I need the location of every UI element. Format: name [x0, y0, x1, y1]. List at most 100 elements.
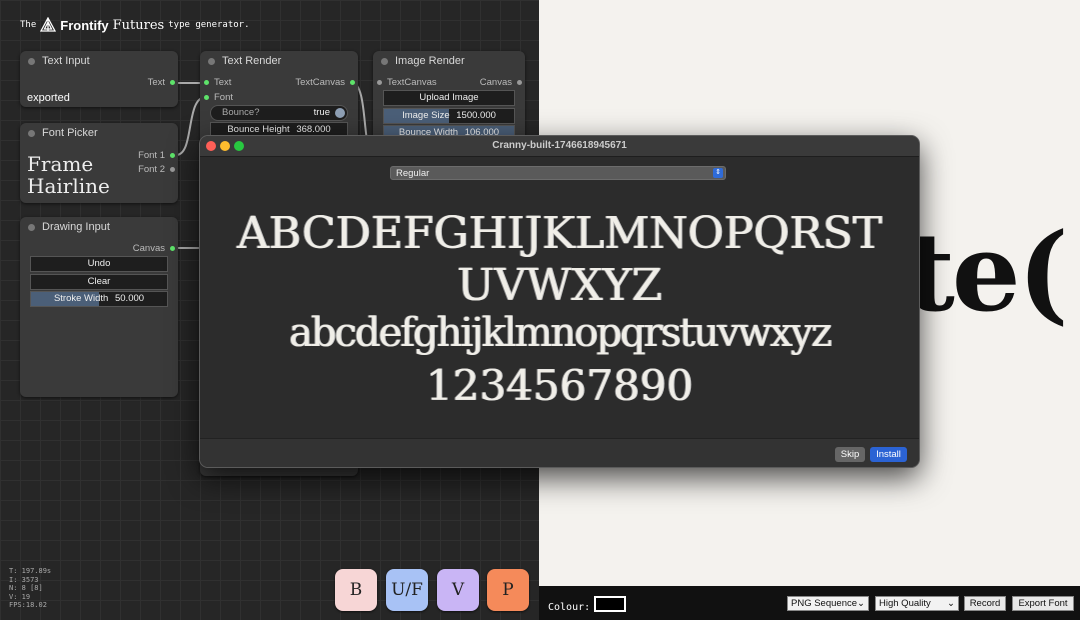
brand-logo-name: Frontify	[60, 17, 109, 33]
stroke-width-value: 50.000	[114, 293, 145, 304]
stats-readout: T: 197.89s I: 3573 N: 8 [8] V: 19 FPS:18…	[9, 567, 51, 610]
text-input-field[interactable]: exported	[27, 92, 70, 104]
font-install-dialog[interactable]: Cranny-built-1746618945671 Regular ⇕ ABC…	[199, 135, 920, 468]
brand-header: The Frontify Futures type generator.	[20, 17, 250, 33]
port-dot[interactable]	[204, 95, 209, 100]
image-size-label: Image Size	[402, 110, 450, 121]
skip-button[interactable]: Skip	[835, 447, 865, 462]
port-label: Font	[214, 92, 234, 103]
font-preview[interactable]: Frame Hairline	[27, 153, 110, 197]
stat-line: V: 19	[9, 592, 31, 601]
colour-label: Colour:	[548, 602, 591, 613]
port-dot[interactable]	[170, 167, 175, 172]
export-toolbar: Colour: PNG Sequence ⌄ High Quality ⌄ Reco…	[539, 586, 1080, 620]
bounce-toggle[interactable]: Bounce? true	[210, 105, 348, 121]
preview-text: te(	[905, 210, 1069, 336]
node-title: Font Picker	[42, 127, 98, 139]
brand-suffix: type generator.	[168, 20, 250, 30]
close-icon[interactable]	[206, 141, 216, 151]
chevron-down-icon: ⌄	[857, 598, 865, 609]
upload-image-button[interactable]: Upload Image	[383, 90, 515, 106]
node-status-dot	[381, 57, 388, 65]
port-label: TextCanvas	[387, 77, 437, 88]
node-title: Image Render	[395, 55, 465, 67]
quality-value: High Quality	[879, 598, 931, 609]
specimen-uppercase-2: UVWXYZ	[456, 260, 663, 311]
frontify-logo-icon	[40, 17, 57, 32]
port-label: Text	[147, 77, 165, 88]
colour-swatch[interactable]	[594, 596, 626, 612]
pill-button-p[interactable]: P	[487, 569, 529, 611]
bounce-height-value: 368.000	[296, 124, 331, 135]
pill-button-b[interactable]: B	[335, 569, 377, 611]
dialog-title: Cranny-built-1746618945671	[492, 140, 627, 151]
chevron-down-icon: ⌄	[947, 598, 955, 609]
node-title: Drawing Input	[42, 221, 110, 233]
pill-button-uf[interactable]: U/F	[386, 569, 428, 611]
port-label: Font 1	[138, 150, 165, 161]
brand-futures: Futures	[112, 17, 165, 33]
port-font1-out[interactable]: Font 1	[138, 150, 175, 161]
minimize-icon[interactable]	[220, 141, 230, 151]
quality-select[interactable]: High Quality ⌄	[875, 596, 959, 611]
image-size-value: 1500.000	[456, 110, 496, 121]
font-style-select[interactable]: Regular ⇕	[390, 166, 726, 180]
stat-line: I: 3573	[9, 575, 39, 584]
node-status-dot	[208, 57, 215, 65]
brand-prefix: The	[20, 20, 37, 30]
node-status-dot	[28, 223, 35, 231]
port-dot[interactable]	[170, 153, 175, 158]
stroke-width-label: Stroke Width	[53, 293, 109, 304]
port-font-in[interactable]: Font	[204, 92, 233, 103]
node-header[interactable]: Image Render	[373, 51, 525, 71]
port-label: Canvas	[479, 77, 512, 88]
dialog-titlebar[interactable]: Cranny-built-1746618945671	[200, 136, 919, 157]
port-label: TextCanvas	[295, 77, 345, 88]
format-select[interactable]: PNG Sequence ⌄	[787, 596, 869, 611]
node-drawing-input[interactable]: Drawing Input Canvas Undo Clear Stroke W…	[20, 217, 178, 397]
port-text-in[interactable]: Text	[204, 77, 231, 88]
toggle-knob	[335, 108, 345, 118]
undo-button[interactable]: Undo	[30, 256, 168, 272]
stat-line: FPS:18.02	[9, 601, 47, 609]
port-text-out[interactable]: Text	[148, 77, 175, 88]
clear-button[interactable]: Clear	[30, 274, 168, 290]
record-button[interactable]: Record	[964, 596, 1006, 611]
node-font-picker[interactable]: Font Picker Frame Hairline Font 1 Font 2	[20, 123, 178, 203]
maximize-icon[interactable]	[234, 141, 244, 151]
port-canvas-out[interactable]: Canvas	[133, 243, 175, 254]
port-dot[interactable]	[204, 80, 209, 85]
node-title: Text Input	[42, 55, 90, 67]
node-status-dot	[28, 129, 35, 137]
font-style-value: Regular	[396, 168, 430, 179]
node-header[interactable]: Text Input	[20, 51, 178, 71]
port-dot[interactable]	[377, 80, 382, 85]
specimen-digits: 1234567890	[425, 361, 694, 410]
stroke-width-slider[interactable]: Stroke Width 50.000	[30, 291, 168, 307]
chevron-updown-icon: ⇕	[713, 168, 723, 178]
bounce-value: true	[313, 107, 330, 118]
port-textcanvas-out[interactable]: TextCanvas	[295, 77, 355, 88]
port-font2-out[interactable]: Font 2	[138, 164, 175, 175]
port-dot[interactable]	[350, 80, 355, 85]
node-text-input[interactable]: Text Input Text exported	[20, 51, 178, 107]
port-label: Font 2	[138, 164, 165, 175]
port-textcanvas-in[interactable]: TextCanvas	[377, 77, 437, 88]
export-font-button[interactable]: Export Font	[1012, 596, 1074, 611]
port-canvas-out[interactable]: Canvas	[480, 77, 522, 88]
port-dot[interactable]	[517, 80, 522, 85]
bounce-label: Bounce?	[222, 107, 260, 118]
node-title: Text Render	[222, 55, 282, 67]
image-size-slider[interactable]: Image Size 1500.000	[383, 108, 515, 124]
pill-button-v[interactable]: V	[437, 569, 479, 611]
node-header[interactable]: Text Render	[200, 51, 358, 71]
port-label: Text	[214, 77, 232, 88]
port-dot[interactable]	[170, 80, 175, 85]
port-dot[interactable]	[170, 246, 175, 251]
dialog-footer: Skip Install	[200, 438, 919, 467]
port-label: Canvas	[132, 243, 165, 254]
node-header[interactable]: Drawing Input	[20, 217, 178, 237]
node-header[interactable]: Font Picker	[20, 123, 178, 143]
install-button[interactable]: Install	[870, 447, 907, 462]
font-preview-line1: Frame	[27, 152, 94, 176]
